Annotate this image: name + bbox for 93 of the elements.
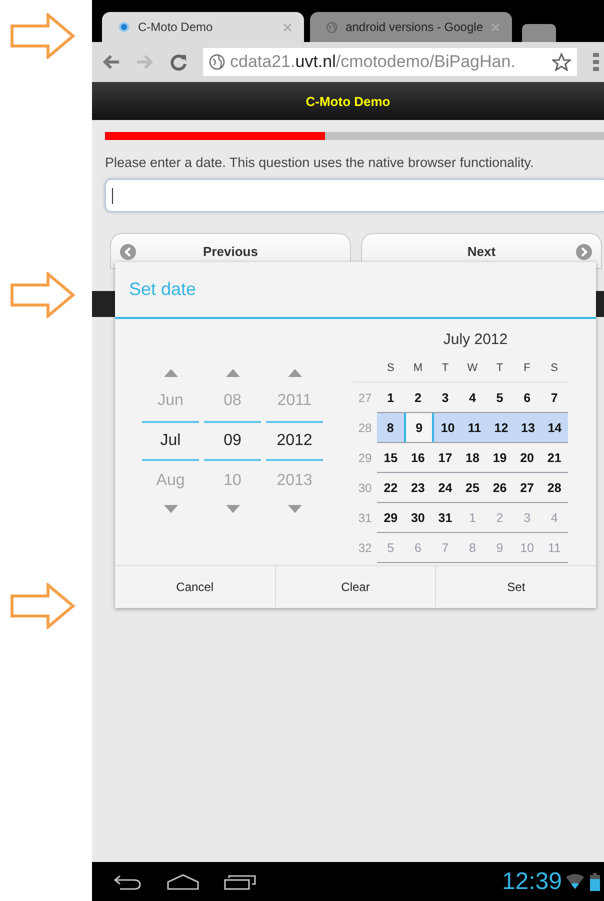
arrow-icon <box>10 272 76 318</box>
down-arrow-icon[interactable] <box>164 505 178 513</box>
forward-icon[interactable] <box>136 54 154 70</box>
tab-title: C-Moto Demo <box>138 20 214 34</box>
dialog-title: Set date <box>115 262 596 319</box>
new-tab-button[interactable] <box>522 24 556 42</box>
battery-icon <box>590 872 600 890</box>
weekday-label: T <box>495 362 504 374</box>
down-arrow-icon[interactable] <box>226 505 240 513</box>
globe-icon <box>326 20 338 34</box>
address-bar[interactable]: cdata21.uvt.nl/cmotodemo/BiPagHan. <box>203 48 577 76</box>
calendar-day[interactable]: 4 <box>458 383 486 412</box>
calendar-week[interactable]: 15 16 17 18 19 20 21 <box>377 443 568 473</box>
dialog-button[interactable]: Cancel <box>115 566 275 608</box>
calendar-day[interactable]: 10 <box>434 413 462 442</box>
globe-icon <box>209 54 225 70</box>
date-input-field[interactable] <box>105 179 604 212</box>
calendar-day[interactable]: 19 <box>486 443 514 472</box>
month-title: July 2012 <box>442 331 509 350</box>
menu-icon[interactable] <box>593 52 599 72</box>
calendar-day[interactable]: 26 <box>486 473 514 502</box>
reload-icon[interactable] <box>170 54 187 70</box>
calendar-week[interactable]: 22 23 24 25 26 27 28 <box>377 473 568 503</box>
calendar-day[interactable]: 16 <box>404 443 432 472</box>
close-icon[interactable] <box>491 22 500 32</box>
calendar-day[interactable]: 3 <box>432 383 459 412</box>
calendar-day[interactable]: 22 <box>377 473 404 502</box>
calendar-day[interactable]: 28 <box>540 473 568 502</box>
calendar-day[interactable]: 6 <box>513 383 541 412</box>
calendar-day[interactable]: 24 <box>432 473 459 502</box>
week-number: 28 <box>357 420 373 437</box>
calendar-day[interactable]: 8 <box>377 413 404 442</box>
calendar-day[interactable]: 1 <box>377 383 404 412</box>
wifi-icon <box>566 874 584 889</box>
calendar-day[interactable]: 2 <box>404 383 432 412</box>
star-icon[interactable] <box>552 53 571 71</box>
calendar-day[interactable]: 18 <box>458 443 486 472</box>
app-title: C-Moto Demo <box>306 94 390 108</box>
chevron-left-icon <box>120 244 136 260</box>
recent-apps-icon[interactable] <box>224 874 256 890</box>
weekday-label: S <box>386 362 396 374</box>
calendar-day[interactable]: 13 <box>514 413 542 442</box>
calendar-day[interactable]: 17 <box>432 443 459 472</box>
clock-time: 12:39 <box>502 868 562 896</box>
week-number: 32 <box>357 540 373 557</box>
weekday-label: W <box>466 362 479 374</box>
tab-title: android versions - Google <box>346 20 483 34</box>
week-number: 27 <box>357 390 373 407</box>
spinner-current-value[interactable]: 2012 <box>266 421 323 461</box>
weekday-label: M <box>412 362 424 374</box>
up-arrow-icon[interactable] <box>288 369 302 377</box>
dialog-button[interactable]: Clear <box>274 566 436 608</box>
weekday-label: F <box>522 362 532 374</box>
question-text: Please enter a date. This question uses the native browser functionality. <box>105 155 535 170</box>
spinner-current-value[interactable]: 09 <box>204 421 261 461</box>
browser-tab[interactable]: android versions - Google <box>310 12 512 42</box>
up-arrow-icon[interactable] <box>164 369 178 377</box>
spinner-current-value[interactable]: Jul <box>142 421 199 461</box>
url-text: cdata21.uvt.nl/cmotodemo/BiPagHan. <box>230 52 516 72</box>
text-cursor <box>112 188 113 204</box>
up-arrow-icon[interactable] <box>226 369 240 377</box>
calendar-week[interactable]: 29 30 31 1 2 3 4 <box>377 503 568 533</box>
calendar-day[interactable]: 30 <box>404 503 432 532</box>
arrow-icon <box>10 13 76 59</box>
down-arrow-icon[interactable] <box>288 505 302 513</box>
calendar-day[interactable]: 23 <box>404 473 432 502</box>
calendar-day[interactable]: 27 <box>513 473 541 502</box>
calendar-day[interactable]: 11 <box>461 413 488 442</box>
calendar-day[interactable]: 15 <box>377 443 404 472</box>
week-number: 29 <box>357 450 373 467</box>
chevron-right-icon <box>576 244 592 260</box>
home-icon[interactable] <box>166 874 200 890</box>
calendar-day[interactable]: 31 <box>432 503 459 532</box>
back-icon[interactable] <box>112 874 142 890</box>
calendar-day[interactable]: 12 <box>488 413 515 442</box>
calendar-day[interactable]: 20 <box>513 443 541 472</box>
week-number: 31 <box>357 510 373 527</box>
calendar-day[interactable]: 7 <box>540 383 568 412</box>
app-icon <box>118 21 130 33</box>
calendar-day[interactable]: 25 <box>458 473 486 502</box>
selected-day[interactable]: 9 <box>404 413 434 442</box>
dialog-button[interactable]: Set <box>435 566 596 608</box>
calendar-day[interactable]: 29 <box>377 503 404 532</box>
calendar-day[interactable]: 21 <box>540 443 568 472</box>
selected-week[interactable]: 8 9 10 11 12 13 14 <box>377 413 568 443</box>
arrow-icon <box>10 583 76 629</box>
calendar-day[interactable]: 14 <box>541 413 568 442</box>
weekday-label: T <box>440 362 450 374</box>
weekday-label: S <box>550 362 559 374</box>
week-number: 30 <box>357 480 373 497</box>
browser-tab[interactable]: C-Moto Demo <box>102 12 304 42</box>
calendar-day[interactable]: 5 <box>486 383 514 412</box>
close-icon[interactable] <box>283 22 292 32</box>
